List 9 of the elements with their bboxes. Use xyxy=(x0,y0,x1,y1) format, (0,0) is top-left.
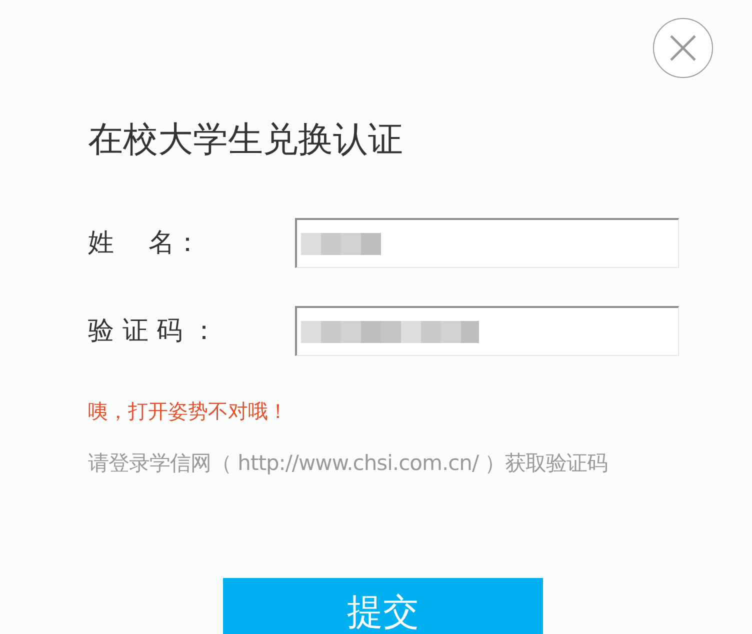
input-field[interactable] xyxy=(295,306,679,356)
input-field[interactable] xyxy=(295,218,679,268)
dialog-title: 在校大学生兑换认证 xyxy=(88,119,403,162)
field-label: 验 证 码 ： xyxy=(88,314,218,348)
field-label: 姓 名： xyxy=(88,226,202,260)
close-icon xyxy=(669,34,697,62)
error-message: 咦，打开姿势不对哦！ xyxy=(88,398,288,425)
submit-button[interactable]: 提交 xyxy=(223,578,543,634)
hint-text: 请登录学信网（ http://www.chsi.com.cn/ ）获取验证码 xyxy=(88,450,608,477)
